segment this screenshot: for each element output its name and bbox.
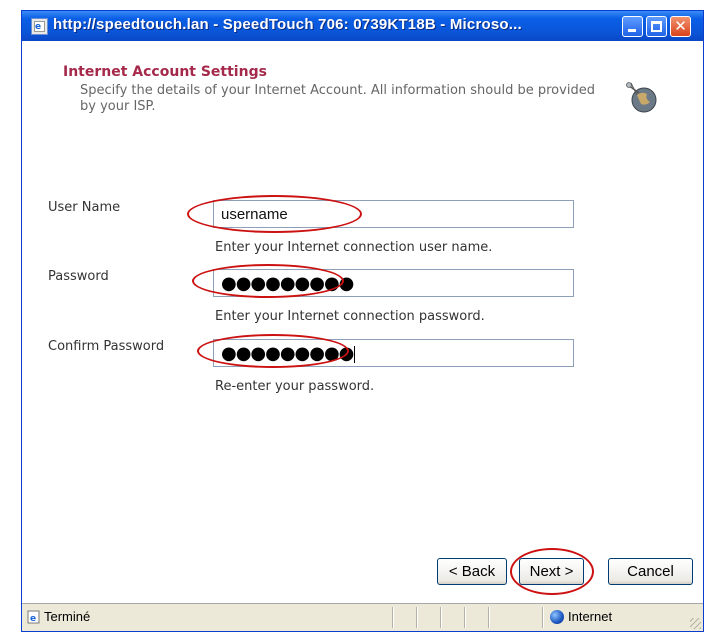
status-divider bbox=[416, 607, 418, 628]
close-icon: ✕ bbox=[674, 17, 687, 35]
maximize-icon bbox=[651, 21, 662, 32]
internet-zone-icon bbox=[550, 610, 564, 624]
next-button[interactable]: Next > bbox=[519, 558, 584, 585]
ie-page-icon: e bbox=[31, 18, 48, 35]
wizard-content: Internet Account Settings Specify the de… bbox=[22, 41, 703, 603]
title-bar[interactable]: e http://speedtouch.lan - SpeedTouch 706… bbox=[22, 11, 703, 41]
cancel-button[interactable]: Cancel bbox=[608, 558, 693, 585]
window-title: http://speedtouch.lan - SpeedTouch 706: … bbox=[53, 16, 522, 33]
page-done-icon: e bbox=[27, 610, 40, 624]
confirm-password-text: ●●●●●●●●● bbox=[221, 343, 356, 364]
close-button[interactable]: ✕ bbox=[670, 16, 691, 37]
status-divider bbox=[440, 607, 442, 628]
security-zone-label: Internet bbox=[568, 609, 613, 624]
status-bar: e Terminé Internet bbox=[22, 603, 703, 631]
resize-grip[interactable] bbox=[690, 618, 701, 629]
username-input[interactable]: username bbox=[213, 200, 574, 228]
back-button[interactable]: < Back bbox=[437, 558, 507, 585]
svg-text:e: e bbox=[30, 614, 36, 624]
username-label: User Name bbox=[48, 200, 121, 215]
confirm-password-value: ●●●●●●●●● bbox=[221, 343, 354, 364]
password-value: ●●●●●●●●● bbox=[221, 273, 354, 294]
status-divider bbox=[542, 607, 544, 628]
text-cursor bbox=[354, 345, 356, 363]
minimize-button[interactable] bbox=[622, 16, 643, 37]
status-divider bbox=[464, 607, 466, 628]
confirm-password-hint: Re-enter your password. bbox=[215, 379, 375, 394]
username-hint: Enter your Internet connection user name… bbox=[215, 240, 493, 255]
status-divider bbox=[392, 607, 394, 628]
password-input[interactable]: ●●●●●●●●● bbox=[213, 269, 574, 297]
confirm-password-label: Confirm Password bbox=[48, 339, 165, 354]
page-description: Specify the details of your Internet Acc… bbox=[80, 83, 595, 114]
status-divider bbox=[488, 607, 490, 628]
minimize-icon bbox=[628, 29, 636, 32]
password-label: Password bbox=[48, 269, 109, 284]
confirm-password-input[interactable]: ●●●●●●●●● bbox=[213, 339, 574, 367]
status-text: Terminé bbox=[44, 609, 91, 624]
browser-popup-window: e http://speedtouch.lan - SpeedTouch 706… bbox=[21, 10, 704, 632]
maximize-button[interactable] bbox=[646, 16, 667, 37]
password-hint: Enter your Internet connection password. bbox=[215, 309, 485, 324]
username-value: username bbox=[221, 206, 288, 223]
page-title: Internet Account Settings bbox=[63, 64, 267, 80]
globe-network-icon bbox=[626, 82, 657, 113]
